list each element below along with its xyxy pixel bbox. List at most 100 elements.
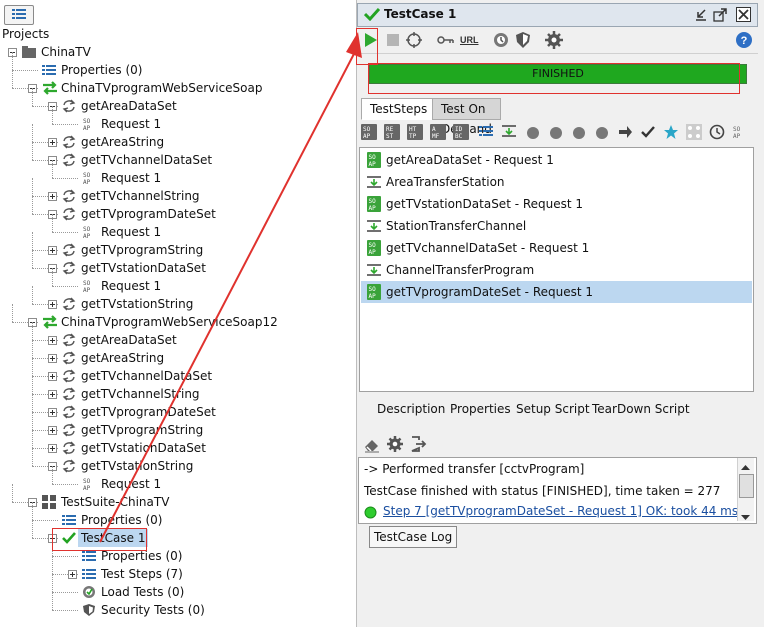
- tree-node[interactable]: getTVchannelDataSet: [0, 142, 356, 169]
- test-steps-list: SO AP getAreaDataSet - Request 1 AreaTransf…: [359, 147, 754, 392]
- tree-node[interactable]: getTVchannelString: [0, 376, 356, 403]
- stop-icon[interactable]: [384, 31, 402, 49]
- tree-connector: [32, 196, 33, 214]
- expand-icon[interactable]: [48, 354, 57, 363]
- log-step-link[interactable]: Step 7 [getTVprogramDateSet - Request 1]…: [383, 504, 738, 518]
- clock-step-icon[interactable]: [709, 124, 725, 143]
- expand-icon[interactable]: [48, 192, 57, 201]
- clear-log-icon[interactable]: [363, 435, 381, 456]
- expand-icon[interactable]: [48, 336, 57, 345]
- tab-description[interactable]: Description: [377, 402, 445, 416]
- tab-properties[interactable]: Properties: [450, 402, 511, 416]
- tree-node[interactable]: getAreaString: [0, 340, 356, 367]
- tree-node[interactable]: SO AP Request 1: [0, 160, 356, 187]
- http-step-icon[interactable]: HT TP: [407, 124, 423, 143]
- tree-node[interactable]: getTVstationDataSet: [0, 430, 356, 457]
- test-step-row[interactable]: ChannelTransferProgram: [361, 259, 752, 281]
- tree-node[interactable]: SO AP Request 1: [0, 268, 356, 295]
- test-step-row[interactable]: SO AP getAreaDataSet - Request 1: [361, 149, 752, 171]
- step-toolbar: SO AP RE ST HT TP A MF ID BC SO AP: [361, 122, 757, 144]
- check-step-icon[interactable]: [640, 124, 656, 143]
- tree-node[interactable]: ChinaTV: [0, 43, 356, 61]
- maximize-icon[interactable]: [713, 8, 727, 25]
- tree-node[interactable]: getTVprogramString: [0, 412, 356, 439]
- rest-step-icon[interactable]: RE ST: [384, 124, 400, 143]
- testcase-log-button[interactable]: TestCase Log: [369, 526, 458, 548]
- shield-icon[interactable]: [514, 31, 532, 49]
- database-step-icon[interactable]: [594, 124, 610, 143]
- goto-step-icon[interactable]: [617, 124, 633, 143]
- amf-step-icon[interactable]: A MF: [430, 124, 446, 143]
- svg-text:SO: SO: [369, 198, 377, 205]
- tab-teststeps[interactable]: TestSteps: [361, 98, 437, 120]
- minimize-icon[interactable]: [694, 8, 708, 25]
- expand-icon[interactable]: [48, 372, 57, 381]
- projects-root-label: Projects: [2, 27, 50, 41]
- tree-node[interactable]: getTVprogramDateSet: [0, 196, 356, 223]
- grid-step-icon[interactable]: [686, 124, 702, 143]
- tree-connector: [32, 142, 33, 160]
- tab-test-on-demand[interactable]: Test On Demand: [432, 98, 501, 136]
- log-scrollbar[interactable]: [737, 458, 754, 521]
- tree-node[interactable]: Test Steps (7): [0, 556, 356, 583]
- tab-teardown-script[interactable]: TearDown Script: [592, 402, 690, 416]
- soap-mock-step-icon[interactable]: SO AP: [732, 124, 748, 143]
- jdbc-step-icon[interactable]: ID BC: [453, 124, 469, 143]
- expand-icon[interactable]: [48, 390, 57, 399]
- export-log-icon[interactable]: [409, 435, 427, 456]
- tree-node[interactable]: getAreaString: [0, 124, 356, 151]
- mock-step-icon[interactable]: [571, 124, 587, 143]
- properties-step-icon[interactable]: [479, 124, 495, 143]
- clock-icon[interactable]: [492, 31, 510, 49]
- delay-step-icon[interactable]: [548, 124, 564, 143]
- close-icon[interactable]: [736, 7, 751, 25]
- tree-node[interactable]: getTVchannelDataSet: [0, 358, 356, 385]
- tree-node[interactable]: getTVprogramString: [0, 232, 356, 259]
- tree-node[interactable]: getTVchannelString: [0, 178, 356, 205]
- scroll-thumb[interactable]: [739, 474, 754, 498]
- tree-node[interactable]: SO AP Request 1: [0, 466, 356, 493]
- test-step-row[interactable]: AreaTransferStation: [361, 171, 752, 193]
- tree-view-toggle-button[interactable]: [4, 5, 34, 25]
- tree-node[interactable]: ChinaTVprogramWebServiceSoap: [0, 70, 356, 97]
- tree-node[interactable]: Security Tests (0): [0, 592, 356, 619]
- tree-node[interactable]: getTVstationString: [0, 448, 356, 475]
- help-icon[interactable]: ?: [735, 31, 753, 49]
- test-step-row[interactable]: SO AP getTVprogramDateSet - Request 1: [361, 281, 752, 303]
- star-step-icon[interactable]: [663, 124, 679, 143]
- tree-node[interactable]: SO AP Request 1: [0, 214, 356, 241]
- test-step-row[interactable]: SO AP getTVchannelDataSet - Request 1: [361, 237, 752, 259]
- expand-icon[interactable]: [48, 426, 57, 435]
- tree-node[interactable]: getAreaDataSet: [0, 88, 356, 115]
- tree-node[interactable]: getTVprogramDateSet: [0, 394, 356, 421]
- tree-node[interactable]: Load Tests (0): [0, 574, 356, 601]
- expand-icon[interactable]: [48, 300, 57, 309]
- log-settings-icon[interactable]: [386, 435, 404, 456]
- tree-node[interactable]: Properties (0): [0, 502, 356, 529]
- expand-icon[interactable]: [48, 138, 57, 147]
- expand-icon[interactable]: [68, 570, 77, 579]
- scroll-up-icon[interactable]: [740, 460, 751, 474]
- tree-node[interactable]: getTVstationString: [0, 286, 356, 313]
- gear-icon[interactable]: [545, 31, 563, 49]
- interface-icon: [42, 81, 57, 95]
- tree-node[interactable]: SO AP Request 1: [0, 106, 356, 133]
- scroll-down-icon[interactable]: [740, 511, 751, 525]
- expand-icon[interactable]: [48, 408, 57, 417]
- soap-step-icon[interactable]: SO AP: [361, 124, 377, 143]
- expand-icon[interactable]: [48, 444, 57, 453]
- transfer-step-icon[interactable]: [502, 124, 516, 141]
- tree-node[interactable]: TestSuite-ChinaTV: [0, 484, 356, 511]
- expand-icon[interactable]: [48, 246, 57, 255]
- tree-node[interactable]: ChinaTVprogramWebServiceSoap12: [0, 304, 356, 331]
- url-button[interactable]: URL: [460, 35, 479, 45]
- test-step-row[interactable]: StationTransferChannel: [361, 215, 752, 237]
- groovy-step-icon[interactable]: [525, 124, 541, 143]
- tree-node[interactable]: getAreaDataSet: [0, 322, 356, 349]
- test-step-row[interactable]: SO AP getTVstationDataSet - Request 1: [361, 193, 752, 215]
- tree-node[interactable]: Properties (0): [0, 52, 356, 79]
- tree-node[interactable]: getTVstationDataSet: [0, 250, 356, 277]
- tab-setup-script[interactable]: Setup Script: [516, 402, 590, 416]
- loop-icon[interactable]: [405, 31, 423, 49]
- credentials-icon[interactable]: [437, 31, 455, 49]
